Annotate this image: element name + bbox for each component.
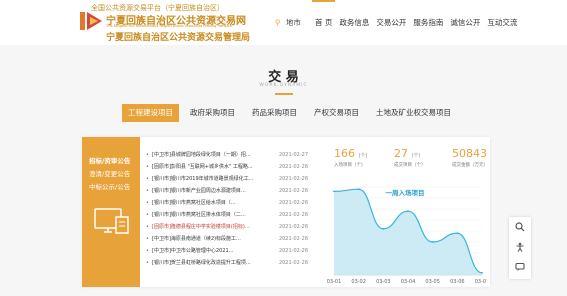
chart-point — [333, 190, 335, 193]
stat-entered-projects: 166 (个) 入场项目（个） — [334, 147, 384, 168]
list-item-title[interactable]: [银川市]银川市2019年城市道路景观绿化工... — [152, 173, 262, 185]
chart-point — [431, 241, 434, 243]
list-item[interactable]: • [固原市]隆德县程庄中学实验楼项目(招标)... 2021-02-26 — [146, 221, 308, 233]
tab-government-procurement[interactable]: 政府采购项目 — [184, 104, 241, 122]
transaction-panel: 招标/资审公告 澄清/变更公告 中标公示/公告 • [中卫市]县城牌园地段绿化项目… — [82, 137, 490, 287]
list-item-title[interactable]: [银川市]银川市燕窝社区排水体项目（二... — [152, 209, 262, 221]
float-search-button[interactable] — [509, 217, 531, 237]
chart-x-tick-label: 03-03 — [376, 279, 391, 285]
list-item[interactable]: • [中卫市]县城牌园地段绿化项目（一期）招... 2021-02-27 — [146, 149, 308, 161]
message-icon — [515, 262, 525, 271]
tab-land-mining[interactable]: 土地及矿业权交易项目 — [370, 104, 457, 122]
accessibility-icon — [516, 242, 524, 252]
chart-x-tick-label: 03-04 — [401, 279, 416, 285]
stat-label: 入场项目（个） — [334, 163, 366, 168]
chart-x-tick-label: 03-02 — [351, 279, 366, 285]
nav-item-government-info[interactable]: 政务信息 — [336, 0, 372, 45]
stat-value: 50843 — [452, 147, 487, 160]
tab-drug-procurement[interactable]: 药品采购项目 — [246, 104, 303, 122]
stat-label: 成交项目（个） — [394, 163, 426, 168]
stat-label: 成交金额（万元） — [452, 163, 488, 168]
list-item-title[interactable]: [固原市]彭阳县 "互联网+城乡供水" 工程略... — [152, 161, 262, 173]
list-item-date: 2021-02-26 — [278, 248, 308, 254]
list-item-date: 2021-02-26 — [278, 212, 308, 218]
weekly-projects-chart: 03-01 03-02 03-03 03-04 03-05 03-06 03-07 一周入场项… — [327, 186, 487, 285]
list-item[interactable]: • [中卫市]海原县南通道（续2)标段施工... 2021-02-26 — [146, 233, 308, 245]
computer-document-icon — [94, 208, 129, 234]
sidebar-item-tender-notice[interactable]: 招标/资审公告 — [89, 155, 130, 165]
logo-english-name: The Ningxia Hui Autonomous Region public… — [106, 24, 233, 28]
chart-point — [407, 210, 409, 213]
chart-point — [456, 232, 459, 235]
chart-point — [481, 271, 483, 274]
list-item-title[interactable]: [中卫市]海原县南通道（续2)标段施工... — [152, 233, 262, 245]
list-item[interactable]: • [银川市]贺兰县虹桥路绿化改造提升工程项... 2021-02-26 — [146, 257, 308, 269]
chart-area — [334, 189, 482, 275]
location-selector[interactable]: ⚲ 地市 — [275, 17, 301, 28]
chart-x-tick-label: 03-01 — [327, 279, 342, 285]
nav-item-service-guide[interactable]: 服务指南 — [410, 0, 446, 45]
chart-x-tick-label: 03-05 — [425, 279, 440, 285]
stat-completed-projects: 27 (个) 成交项目（个） — [394, 147, 444, 168]
list-item-date: 2021-02-26 — [278, 200, 308, 206]
chart-x-tick-label: 03-06 — [450, 279, 465, 285]
chart-point — [382, 227, 385, 230]
list-item-title[interactable]: [银川市]贺兰县虹桥路绿化改造提升工程项... — [152, 257, 262, 269]
list-item[interactable]: • [固原市]彭阳县 "互联网+城乡供水" 工程略... 2021-02-26 — [146, 161, 308, 173]
list-item-title[interactable]: [银川市]银川市新产业园周边水源建项目... — [152, 185, 262, 197]
nav-item-home[interactable]: 首 页 — [312, 0, 336, 45]
list-item-date: 2021-02-26 — [278, 164, 308, 170]
main-nav: 首 页 政务信息 交易公开 服务指南 诚信公开 互动交流 — [312, 0, 521, 45]
chart-title: 一周入场项目 — [386, 188, 425, 197]
nav-item-credit[interactable]: 诚信公开 — [447, 0, 483, 45]
sidebar-item-award-notice[interactable]: 中标公示/公告 — [89, 181, 130, 191]
transaction-stats: 166 (个) 入场项目（个） 27 (个) 成交项目（个） 50843 成交金… — [334, 147, 488, 177]
section-subtitle: WORK DYNAMIC — [259, 83, 308, 88]
stat-unit: (个) — [411, 153, 421, 159]
list-item-date: 2021-02-26 — [278, 188, 308, 194]
location-pin-icon: ⚲ — [275, 18, 281, 27]
list-item-title[interactable]: [银川市]银川市燕窝社区给水项目（... — [152, 197, 262, 209]
list-item[interactable]: • [银川市]银川市燕窝社区排水体项目（二... 2021-02-26 — [146, 209, 308, 221]
chart-point — [357, 188, 360, 191]
nav-item-interaction[interactable]: 互动交流 — [484, 0, 520, 45]
float-message-button[interactable] — [509, 257, 531, 277]
stat-unit: (个) — [358, 153, 368, 159]
logo-bureau-name: 宁夏回族自治区公共资源交易管理局 — [106, 33, 251, 43]
stat-value: 166 — [334, 147, 355, 160]
list-item[interactable]: • [银川市]银川市新产业园周边水源建项目... 2021-02-26 — [146, 185, 308, 197]
list-item-date: 2021-02-26 — [278, 260, 308, 266]
list-item-date: 2021-02-26 — [278, 224, 308, 230]
tab-engineering[interactable]: 工程建设项目 — [122, 104, 179, 122]
category-tabs: 工程建设项目 政府采购项目 药品采购项目 产权交易项目 土地及矿业权交易项目 — [122, 104, 462, 122]
stat-transaction-amount: 50843 成交金额（万元） — [452, 147, 502, 168]
location-label: 地市 — [285, 18, 301, 27]
list-item[interactable]: • [银川市]银川市燕窝社区给水项目（... 2021-02-26 — [146, 197, 308, 209]
site-header: 全国公共资源交易平台（宁夏回族自治区） 宁夏回族自治区公共资源交易网 The N… — [0, 0, 567, 45]
list-item-title[interactable]: [中卫市]中卫市公路管理中心2021... — [152, 245, 262, 257]
list-item-title[interactable]: [固原市]隆德县程庄中学实验楼项目(招标)... — [152, 221, 262, 233]
list-item[interactable]: • [银川市]银川市2019年城市道路景观绿化工... 2021-02-26 — [146, 173, 308, 185]
float-accessibility-button[interactable] — [509, 237, 531, 257]
announcement-sidebar: 招标/资审公告 澄清/变更公告 中标公示/公告 — [82, 137, 140, 287]
title-underline — [275, 93, 293, 95]
search-icon — [515, 222, 525, 232]
nav-item-transactions[interactable]: 交易公开 — [373, 0, 409, 45]
list-item[interactable]: • [中卫市]中卫市公路管理中心2021... 2021-02-26 — [146, 245, 308, 257]
list-item-date: 2021-02-26 — [278, 176, 308, 182]
announcement-list: • [中卫市]县城牌园地段绿化项目（一期）招... 2021-02-27 • [固原市… — [146, 149, 308, 269]
tab-property-rights[interactable]: 产权交易项目 — [308, 104, 365, 122]
list-item-title[interactable]: [中卫市]县城牌园地段绿化项目（一期）招... — [152, 149, 262, 161]
chart-x-tick-label: 03-07 — [475, 279, 487, 285]
list-item-date: 2021-02-26 — [278, 236, 308, 242]
list-item-date: 2021-02-27 — [278, 152, 308, 158]
floating-toolbar — [509, 217, 531, 279]
sidebar-item-change-notice[interactable]: 澄清/变更公告 — [89, 168, 130, 178]
stat-value: 27 — [394, 147, 408, 160]
